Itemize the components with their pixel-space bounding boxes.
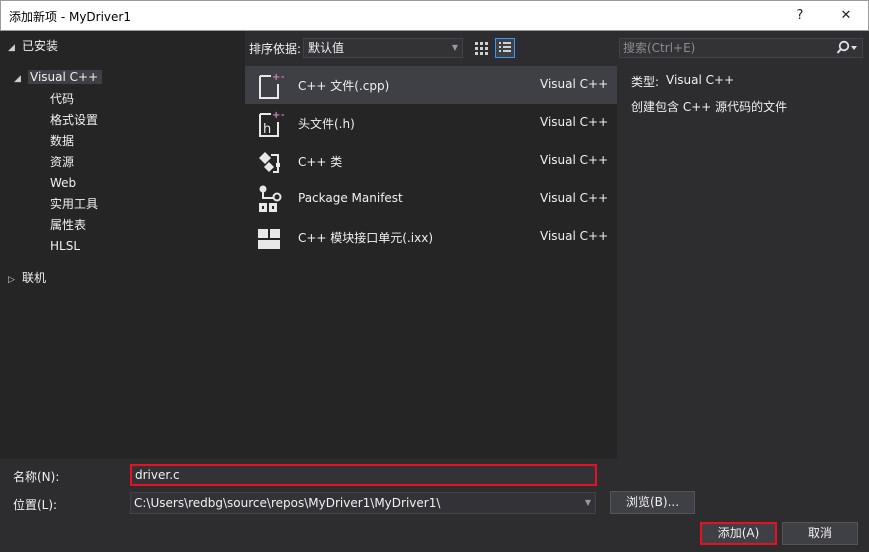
template-description: 创建包含 C++ 源代码的文件 bbox=[631, 100, 788, 114]
template-language: Visual C++ bbox=[540, 229, 609, 243]
template-language: Visual C++ bbox=[540, 115, 609, 129]
template-name: 头文件(.h) bbox=[298, 117, 355, 131]
dropdown-arrow-icon: ▼ bbox=[451, 43, 458, 52]
template-name: Package Manifest bbox=[298, 191, 403, 205]
svg-text:h: h bbox=[263, 122, 271, 137]
expanded-arrow-icon[interactable]: ◢ bbox=[8, 39, 22, 58]
list-view-icon bbox=[499, 42, 511, 52]
search-button[interactable] bbox=[836, 40, 860, 56]
dropdown-arrow-icon: ▼ bbox=[584, 498, 591, 507]
item-template-list: ++ C++ 文件(.cpp) Visual C++ ++ h 头文件(.h) … bbox=[245, 66, 617, 459]
tree-node-online[interactable]: ▷ 联机 bbox=[8, 269, 46, 288]
tree-node-web[interactable]: Web bbox=[50, 174, 76, 193]
tree-node-code[interactable]: 代码 bbox=[50, 90, 74, 109]
window-title: 添加新项 - MyDriver1 bbox=[9, 10, 131, 24]
cancel-button[interactable]: 取消 bbox=[782, 522, 858, 545]
grid-view-icon bbox=[475, 42, 488, 55]
template-name: C++ 模块接口单元(.ixx) bbox=[298, 231, 434, 245]
browse-button[interactable]: 浏览(B)... bbox=[610, 491, 695, 514]
grid-view-button[interactable] bbox=[471, 38, 491, 58]
header-file-icon: ++ h bbox=[259, 110, 284, 137]
tree-node-visual-cpp[interactable]: ◢ Visual C++ bbox=[14, 68, 103, 89]
template-item-class[interactable]: C++ 类 Visual C++ bbox=[245, 142, 617, 180]
template-item-header-file[interactable]: ++ h 头文件(.h) Visual C++ bbox=[245, 104, 617, 142]
title-bar: 添加新项 - MyDriver1 ? ✕ bbox=[0, 0, 869, 31]
tree-node-label: Visual C++ bbox=[28, 70, 103, 84]
tree-node-resources[interactable]: 资源 bbox=[50, 153, 74, 172]
location-value: C:\Users\redbg\source\repos\MyDriver1\My… bbox=[134, 496, 441, 510]
module-icon bbox=[258, 229, 280, 249]
template-language: Visual C++ bbox=[540, 191, 609, 205]
tree-node-hlsl[interactable]: HLSL bbox=[50, 237, 80, 256]
svg-text:++: ++ bbox=[272, 72, 284, 83]
help-button[interactable]: ? bbox=[787, 5, 813, 27]
close-button[interactable]: ✕ bbox=[833, 5, 859, 27]
list-view-button[interactable] bbox=[495, 38, 515, 58]
svg-text:++: ++ bbox=[272, 110, 284, 121]
tree-node-data[interactable]: 数据 bbox=[50, 132, 74, 151]
tree-node-formatting[interactable]: 格式设置 bbox=[50, 111, 98, 130]
type-label: 类型: bbox=[631, 75, 660, 89]
name-input[interactable] bbox=[130, 464, 597, 486]
tree-node-label: 联机 bbox=[22, 271, 47, 285]
template-item-module-interface[interactable]: C++ 模块接口单元(.ixx) Visual C++ bbox=[245, 218, 617, 256]
tree-node-property-sheets[interactable]: 属性表 bbox=[50, 216, 86, 235]
template-language: Visual C++ bbox=[540, 153, 609, 167]
add-button[interactable]: 添加(A) bbox=[700, 522, 777, 545]
category-tree: ◢ 已安装 ◢ Visual C++ 代码 格式设置 数据 资源 Web 实用工具 … bbox=[0, 31, 245, 459]
template-language: Visual C++ bbox=[540, 77, 609, 91]
tree-node-installed[interactable]: ◢ 已安装 bbox=[8, 37, 58, 56]
location-dropdown[interactable]: C:\Users\redbg\source\repos\MyDriver1\My… bbox=[130, 492, 596, 514]
template-item-cpp-file[interactable]: ++ C++ 文件(.cpp) Visual C++ bbox=[245, 66, 617, 104]
search-box bbox=[619, 38, 863, 58]
template-name: C++ 类 bbox=[298, 155, 343, 169]
sort-dropdown[interactable]: 默认值 ▼ bbox=[303, 38, 463, 58]
search-input[interactable] bbox=[623, 40, 833, 56]
expanded-arrow-icon[interactable]: ◢ bbox=[14, 70, 28, 89]
details-pane bbox=[617, 66, 869, 459]
template-name: C++ 文件(.cpp) bbox=[298, 79, 390, 93]
class-icon bbox=[259, 152, 280, 173]
location-label: 位置(L): bbox=[13, 498, 58, 512]
sort-value: 默认值 bbox=[308, 41, 345, 55]
tree-node-utilities[interactable]: 实用工具 bbox=[50, 195, 98, 214]
tree-node-label: 已安装 bbox=[22, 39, 59, 53]
collapsed-arrow-icon[interactable]: ▷ bbox=[8, 271, 22, 290]
template-item-package-manifest[interactable]: Package Manifest Visual C++ bbox=[245, 180, 617, 218]
search-icon bbox=[836, 40, 857, 54]
cpp-file-icon: ++ bbox=[259, 72, 284, 99]
package-manifest-icon bbox=[259, 185, 282, 212]
type-value: Visual C++ bbox=[666, 73, 735, 87]
sort-label: 排序依据: bbox=[249, 42, 302, 56]
name-label: 名称(N): bbox=[13, 470, 60, 484]
